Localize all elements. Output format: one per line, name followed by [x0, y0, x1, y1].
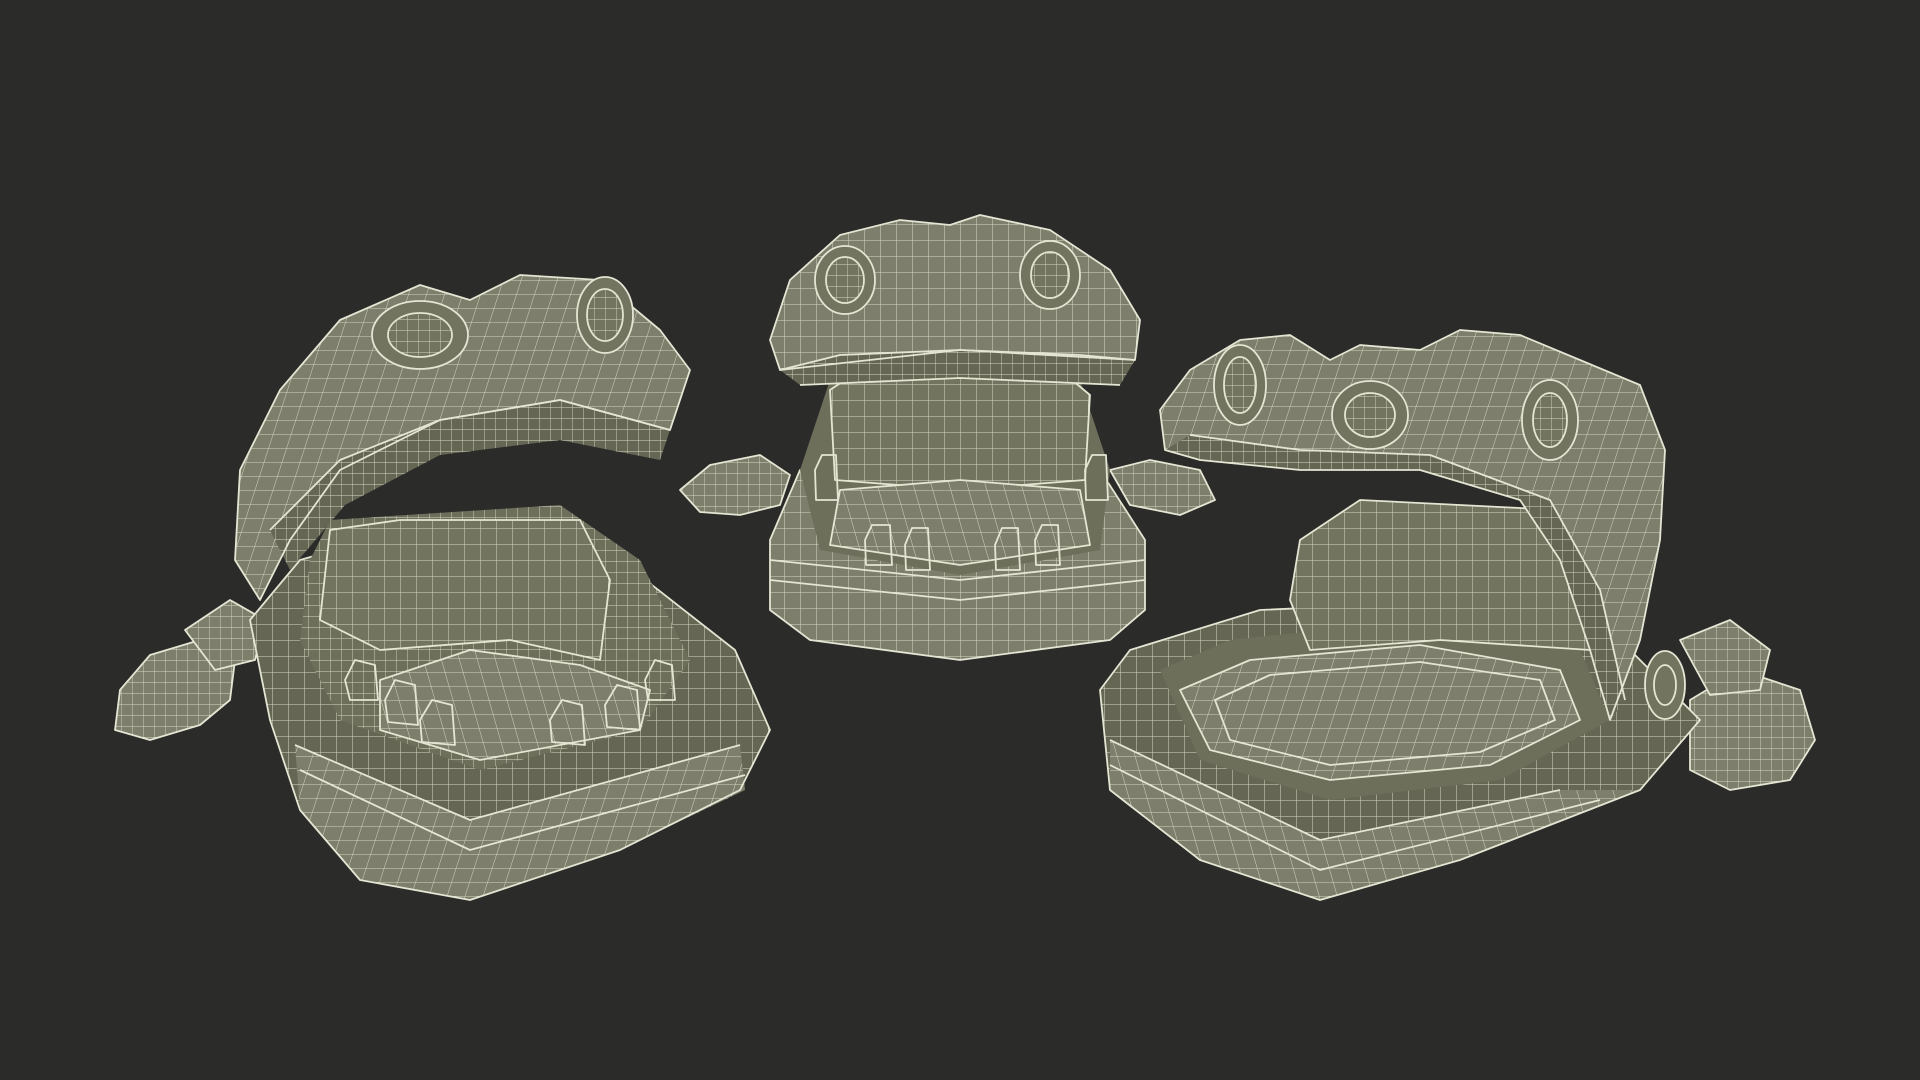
frog-left-eye-left [371, 300, 469, 370]
frog-center-mouth [800, 369, 1110, 575]
frog-right-foot [1679, 619, 1816, 791]
frog-left-foot [114, 599, 266, 741]
frog-center-eye-left [814, 245, 876, 315]
frog-right-eye-left [1213, 344, 1267, 426]
frog-left-eye-right [576, 276, 634, 354]
render-viewport [0, 0, 1920, 1080]
frog-right-mouth [1160, 499, 1610, 800]
frog-center-foot-left [679, 454, 791, 516]
frog-right-eye-center [1331, 380, 1409, 450]
frog-center-head [769, 214, 1141, 386]
frog-center-eye-right [1019, 240, 1081, 310]
frog-right-hinge [1644, 650, 1686, 720]
frog-center-foot-right [1109, 459, 1216, 516]
frog-model-center [679, 214, 1216, 661]
frog-model-right [1099, 329, 1816, 901]
frog-right-eye-side [1521, 379, 1579, 461]
frog-model-left [114, 274, 771, 901]
wireframe-scene [114, 214, 1816, 901]
